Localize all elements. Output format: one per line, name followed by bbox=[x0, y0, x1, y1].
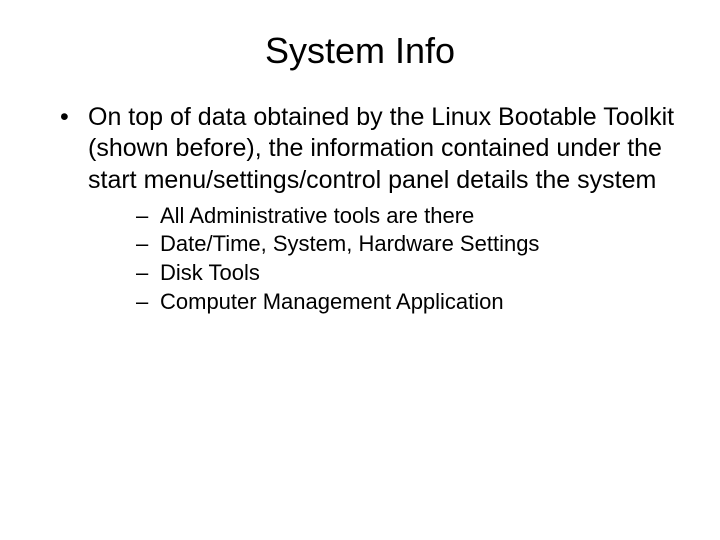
sub-list: All Administrative tools are there Date/… bbox=[88, 202, 680, 316]
main-bullet-text: On top of data obtained by the Linux Boo… bbox=[88, 103, 674, 194]
sub-bullet: Computer Management Application bbox=[136, 288, 680, 317]
sub-bullet: Date/Time, System, Hardware Settings bbox=[136, 230, 680, 259]
slide-title: System Info bbox=[40, 30, 680, 72]
main-bullet: On top of data obtained by the Linux Boo… bbox=[60, 102, 680, 316]
sub-bullet: Disk Tools bbox=[136, 259, 680, 288]
main-list: On top of data obtained by the Linux Boo… bbox=[40, 102, 680, 316]
sub-bullet: All Administrative tools are there bbox=[136, 202, 680, 231]
